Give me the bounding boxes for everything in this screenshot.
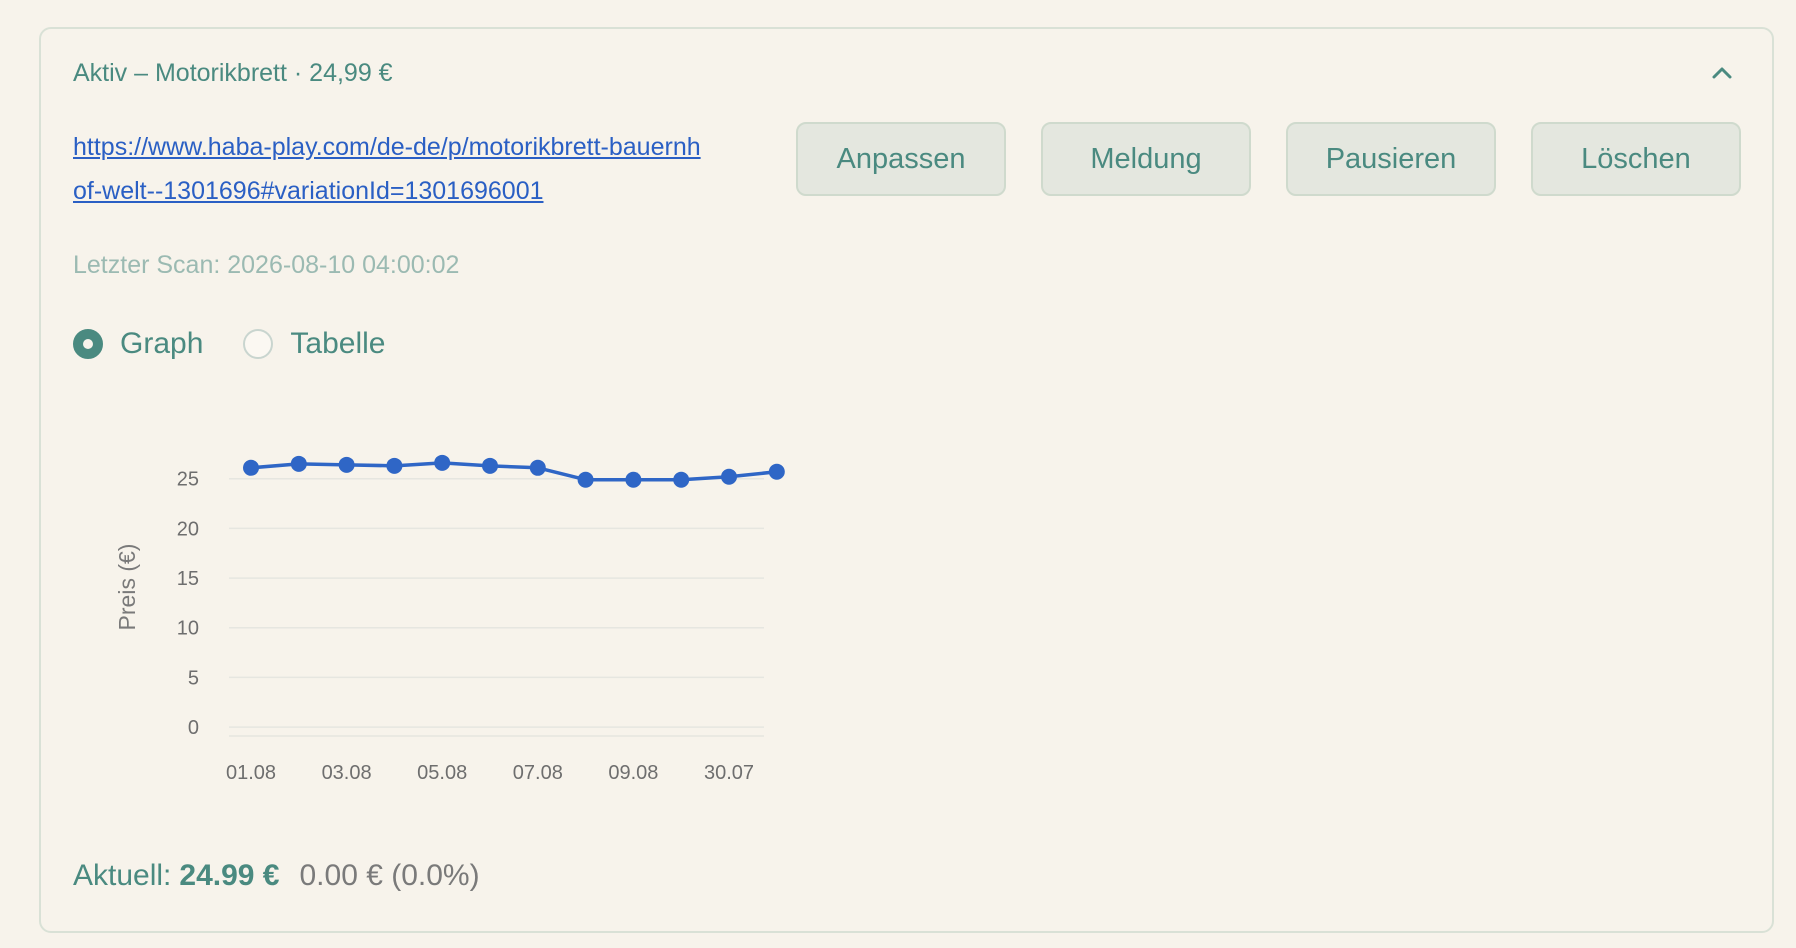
adjust-button[interactable]: Anpassen: [796, 122, 1006, 196]
y-tick-label: 15: [177, 568, 199, 590]
data-point: [721, 468, 737, 485]
current-value: 24.99 €: [179, 859, 280, 892]
x-tick-label: 03.08: [322, 762, 372, 784]
x-tick-label: 09.08: [608, 762, 658, 784]
radio-checked-icon[interactable]: [73, 329, 103, 359]
radio-graph[interactable]: Graph: [73, 327, 203, 361]
x-tick-label: 30.07: [704, 762, 754, 784]
data-point: [434, 454, 451, 471]
data-point: [243, 459, 259, 476]
y-tick-label: 25: [177, 469, 199, 491]
card-title: Aktiv – Motorikbrett · 24,99 €: [73, 59, 393, 87]
data-point: [290, 455, 307, 472]
price-chart: 0 5 10 15 20 25 01.08 03.08 05.08 07.08 09.08 30.07…: [59, 409, 799, 809]
x-tick-label: 05.08: [417, 762, 467, 784]
current-price: Aktuell: 24.99 € 0.00 € (0.0%): [73, 859, 480, 893]
x-tick-label: 07.08: [513, 762, 563, 784]
data-point: [673, 471, 690, 488]
radio-graph-label: Graph: [120, 327, 204, 360]
y-tick-label: 10: [177, 618, 199, 640]
watch-card: Aktiv – Motorikbrett · 24,99 € https://w…: [39, 27, 1774, 933]
y-tick-label: 0: [188, 717, 199, 739]
product-url-link[interactable]: https://www.haba-play.com/de-de/p/motori…: [73, 125, 713, 213]
price-chart-svg: 0 5 10 15 20 25 01.08 03.08 05.08 07.08 09.08 30.07…: [114, 454, 785, 784]
x-tick-label: 01.08: [226, 762, 276, 784]
delete-button[interactable]: Löschen: [1531, 122, 1741, 196]
radio-unchecked-icon[interactable]: [243, 329, 274, 359]
data-point: [577, 471, 594, 488]
radio-table[interactable]: Tabelle: [243, 327, 385, 361]
last-scan-text: Letzter Scan: 2026-08-10 04:00:02: [73, 251, 460, 279]
data-point: [768, 463, 785, 480]
data-point: [386, 457, 403, 474]
data-point: [482, 457, 498, 474]
view-toggle: Graph Tabelle: [73, 327, 425, 361]
data-point: [625, 471, 642, 488]
y-axis-label: Preis (€): [114, 544, 140, 631]
data-point: [338, 456, 355, 473]
y-tick-label: 5: [188, 667, 199, 689]
current-label: Aktuell:: [73, 859, 172, 892]
pause-button[interactable]: Pausieren: [1286, 122, 1496, 196]
radio-table-label: Tabelle: [290, 327, 386, 360]
data-point: [529, 459, 546, 476]
chevron-up-icon[interactable]: [1708, 59, 1736, 87]
report-button[interactable]: Meldung: [1041, 122, 1251, 196]
y-tick-label: 20: [177, 518, 199, 540]
series-line: [250, 461, 777, 482]
current-delta: 0.00 € (0.0%): [299, 859, 480, 892]
